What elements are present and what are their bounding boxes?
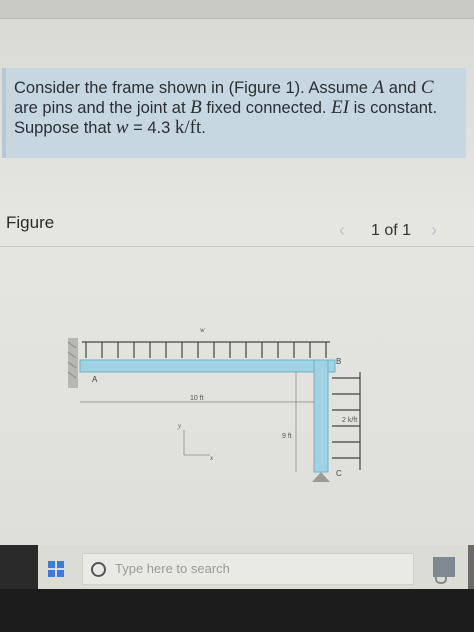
search-placeholder: Type here to search: [115, 561, 230, 576]
period: .: [201, 119, 206, 137]
beam-AB: [79, 359, 336, 373]
var-EI: EI: [331, 97, 350, 118]
label-B: B: [336, 357, 341, 366]
label-A: A: [92, 375, 98, 384]
load-value: = 4.3: [133, 119, 171, 137]
label-side-load: 2 k/ft: [342, 417, 357, 424]
problem-line2-b: fixed connected.: [206, 99, 327, 117]
pinned-app-icon[interactable]: [433, 557, 455, 577]
distributed-load-w: [82, 341, 330, 358]
problem-statement: Consider the frame shown in (Figure 1). …: [2, 68, 466, 158]
problem-line3: Suppose that: [14, 119, 112, 137]
screen: Consider the frame shown in (Figure 1). …: [0, 0, 474, 545]
divider: [0, 246, 474, 247]
label-span: 10 ft: [190, 395, 204, 402]
var-w: w: [115, 117, 129, 138]
label-y: y: [177, 422, 182, 430]
pin-support-C: [312, 472, 330, 482]
label-height: 9 ft: [282, 433, 292, 440]
browser-top-bar: [0, 0, 474, 19]
figure-pager: ‹ 1 of 1 ›: [335, 220, 455, 242]
windows-start-icon[interactable]: [48, 561, 64, 577]
chevron-left-icon[interactable]: ‹: [339, 220, 355, 240]
pager-count: 1 of 1: [371, 222, 412, 239]
frame-diagram: w A B C 10 ft 9 ft 2 k/ft x y: [67, 326, 361, 482]
problem-line2: are pins and the joint at: [14, 99, 186, 117]
label-C: C: [336, 469, 342, 478]
chevron-right-icon[interactable]: ›: [431, 220, 447, 240]
var-C: C: [420, 77, 434, 98]
label-w: w: [200, 326, 205, 334]
load-unit: k/ft: [174, 117, 202, 138]
screen-bezel-left: [0, 545, 38, 589]
problem-text: Consider the frame shown in (Figure 1). …: [14, 78, 454, 138]
cortana-icon: [91, 562, 106, 577]
figure-heading: Figure: [6, 213, 55, 232]
word-and: and: [388, 79, 417, 97]
problem-line1: Consider the frame shown in (Figure 1). …: [14, 79, 368, 97]
screen-bezel: [0, 589, 474, 632]
taskbar-search[interactable]: Type here to search: [82, 553, 447, 585]
taskbar: Type here to search: [38, 545, 468, 589]
label-x: x: [209, 454, 214, 462]
var-B: B: [190, 97, 202, 118]
var-A: A: [372, 77, 385, 98]
problem-line2-c: is constant.: [353, 99, 438, 117]
column-BC: [313, 359, 329, 473]
